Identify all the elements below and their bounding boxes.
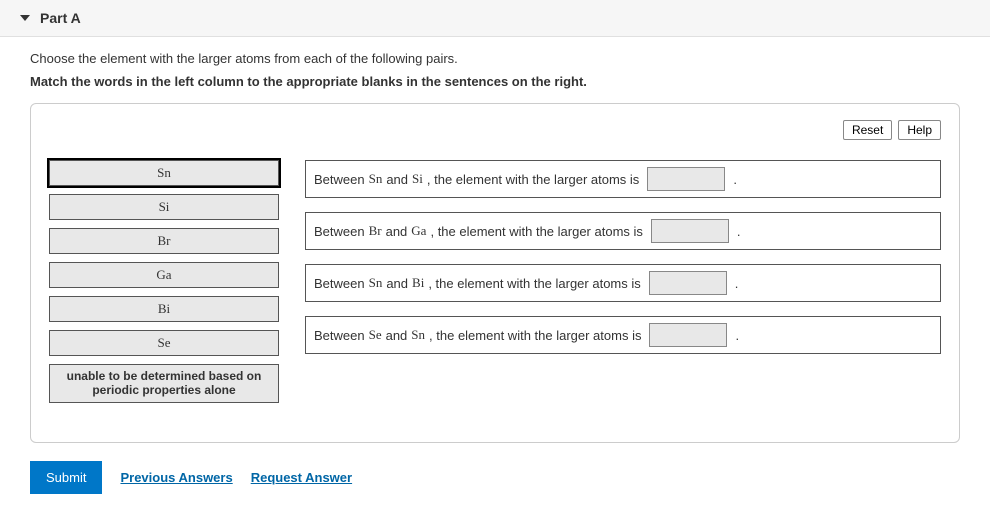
- help-button[interactable]: Help: [898, 120, 941, 140]
- caret-down-icon: [20, 15, 30, 21]
- word-tile[interactable]: unable to be determined based on periodi…: [49, 364, 279, 403]
- word-tile[interactable]: Sn: [49, 160, 279, 186]
- sentence-tail: .: [735, 276, 739, 291]
- word-label: Se: [158, 335, 171, 351]
- element-b: Ga: [411, 223, 426, 239]
- sentence-text: Between: [314, 172, 365, 187]
- word-tile[interactable]: Si: [49, 194, 279, 220]
- word-label: Bi: [158, 301, 170, 317]
- drop-slot[interactable]: [649, 323, 727, 347]
- sentence-row: Between Sn and Si , the element with the …: [305, 160, 941, 198]
- drop-slot[interactable]: [647, 167, 725, 191]
- element-a: Sn: [369, 275, 383, 291]
- word-tile[interactable]: Bi: [49, 296, 279, 322]
- sentence-text: and: [386, 172, 408, 187]
- sentence-row: Between Sn and Bi , the element with the …: [305, 264, 941, 302]
- toolbar: Reset Help: [49, 120, 941, 140]
- sentence-row: Between Br and Ga , the element with the …: [305, 212, 941, 250]
- sentence-text: , the element with the larger atoms is: [430, 224, 642, 239]
- element-b: Sn: [411, 327, 425, 343]
- word-tile[interactable]: Se: [49, 330, 279, 356]
- sentence-list: Between Sn and Si , the element with the …: [305, 160, 941, 354]
- word-tile[interactable]: Br: [49, 228, 279, 254]
- word-tile[interactable]: Ga: [49, 262, 279, 288]
- reset-button[interactable]: Reset: [843, 120, 892, 140]
- element-a: Br: [369, 223, 382, 239]
- element-a: Sn: [369, 171, 383, 187]
- sentence-row: Between Se and Sn , the element with the …: [305, 316, 941, 354]
- word-label: Ga: [156, 267, 171, 283]
- sentence-text: and: [386, 276, 408, 291]
- word-label: unable to be determined based on periodi…: [56, 369, 272, 398]
- word-bank: Sn Si Br Ga Bi Se unable to be determine…: [49, 160, 279, 403]
- sentence-tail: .: [733, 172, 737, 187]
- sentence-text: Between: [314, 328, 365, 343]
- sentence-text: and: [386, 328, 408, 343]
- question-prompt: Choose the element with the larger atoms…: [30, 51, 960, 66]
- word-label: Br: [158, 233, 171, 249]
- matching-instruction: Match the words in the left column to th…: [30, 74, 960, 89]
- word-label: Si: [159, 199, 170, 215]
- element-a: Se: [369, 327, 382, 343]
- sentence-text: Between: [314, 276, 365, 291]
- element-b: Si: [412, 171, 423, 187]
- drop-slot[interactable]: [649, 271, 727, 295]
- part-header[interactable]: Part A: [0, 0, 990, 37]
- sentence-tail: .: [735, 328, 739, 343]
- element-b: Bi: [412, 275, 424, 291]
- sentence-text: , the element with the larger atoms is: [428, 276, 640, 291]
- content-area: Choose the element with the larger atoms…: [0, 37, 990, 504]
- sentence-text: , the element with the larger atoms is: [427, 172, 639, 187]
- activity-box: Reset Help Sn Si Br Ga Bi Se unable to b…: [30, 103, 960, 443]
- matching-columns: Sn Si Br Ga Bi Se unable to be determine…: [49, 160, 941, 403]
- sentence-text: and: [386, 224, 408, 239]
- footer-actions: Submit Previous Answers Request Answer: [30, 461, 960, 494]
- part-title: Part A: [40, 10, 81, 26]
- previous-answers-link[interactable]: Previous Answers: [120, 470, 232, 485]
- word-label: Sn: [157, 165, 171, 181]
- sentence-tail: .: [737, 224, 741, 239]
- sentence-text: , the element with the larger atoms is: [429, 328, 641, 343]
- request-answer-link[interactable]: Request Answer: [251, 470, 352, 485]
- sentence-text: Between: [314, 224, 365, 239]
- drop-slot[interactable]: [651, 219, 729, 243]
- submit-button[interactable]: Submit: [30, 461, 102, 494]
